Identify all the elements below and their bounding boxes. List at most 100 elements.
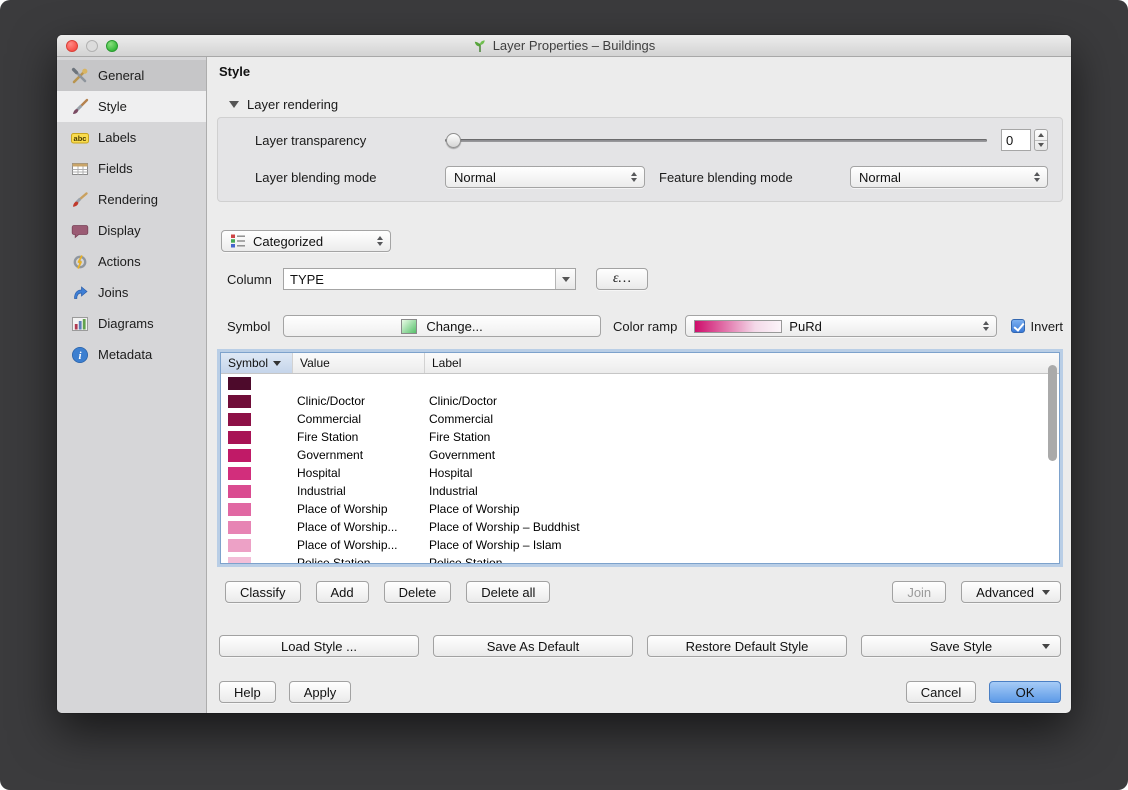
fields-icon (70, 159, 90, 179)
advanced-button[interactable]: Advanced (961, 581, 1061, 603)
restore-default-style-button[interactable]: Restore Default Style (647, 635, 847, 657)
sidebar-item-label: Fields (98, 161, 133, 176)
feature-blending-label: Feature blending mode (659, 170, 793, 185)
stepper-down-icon[interactable] (1035, 141, 1047, 151)
symbol-change-button[interactable]: Change... (283, 315, 601, 337)
sidebar-item-diagrams[interactable]: Diagrams (57, 308, 206, 339)
sidebar-item-display[interactable]: Display (57, 215, 206, 246)
classify-button[interactable]: Classify (225, 581, 301, 603)
category-label: Hospital (425, 466, 1059, 480)
sidebar-item-actions[interactable]: Actions (57, 246, 206, 277)
sidebar: GeneralStyleabcLabels Fields RenderingDisp… (57, 57, 207, 713)
category-color-swatch[interactable] (228, 467, 251, 480)
category-color-swatch[interactable] (228, 431, 251, 444)
sidebar-item-fields[interactable]: Fields (57, 153, 206, 184)
transparency-label: Layer transparency (255, 133, 445, 148)
label-column-header[interactable]: Label (425, 353, 1059, 373)
category-label: Commercial (425, 412, 1059, 426)
expression-builder-button[interactable]: ε… (596, 268, 648, 290)
table-row[interactable]: Place of Worship...Place of Worship – Is… (221, 536, 1059, 554)
sidebar-item-general[interactable]: General (57, 60, 206, 91)
layer-blending-label: Layer blending mode (255, 170, 445, 185)
table-row[interactable]: Place of Worship...Place of Worship – Bu… (221, 518, 1059, 536)
category-label: Fire Station (425, 430, 1059, 444)
layer-rendering-disclosure[interactable]: Layer rendering (229, 97, 1063, 112)
category-color-swatch[interactable] (228, 485, 251, 498)
category-color-swatch[interactable] (228, 413, 251, 426)
add-button[interactable]: Add (316, 581, 369, 603)
category-label: Place of Worship – Islam (425, 538, 1059, 552)
category-symbol-cell (221, 467, 293, 480)
delete-all-button[interactable]: Delete all (466, 581, 550, 603)
table-row[interactable]: GovernmentGovernment (221, 446, 1059, 464)
renderer-select[interactable]: Categorized (221, 230, 391, 252)
transparency-stepper[interactable] (1034, 129, 1048, 151)
sidebar-item-labels[interactable]: abcLabels (57, 122, 206, 153)
category-label: Police Station (425, 556, 1059, 564)
table-row[interactable]: Police StationPolice Station (221, 554, 1059, 564)
sidebar-item-style[interactable]: Style (57, 91, 206, 122)
sidebar-item-joins[interactable]: Joins (57, 277, 206, 308)
layer-blending-value: Normal (454, 170, 496, 185)
save-as-default-button[interactable]: Save As Default (433, 635, 633, 657)
category-color-swatch[interactable] (228, 557, 251, 565)
table-row[interactable]: Clinic/DoctorClinic/Doctor (221, 392, 1059, 410)
category-color-swatch[interactable] (228, 377, 251, 390)
symbol-header-label: Symbol (228, 356, 268, 370)
cancel-button[interactable]: Cancel (906, 681, 976, 703)
table-row[interactable]: IndustrialIndustrial (221, 482, 1059, 500)
column-row: Column TYPE ε… (217, 268, 1063, 290)
category-color-swatch[interactable] (228, 395, 251, 408)
layer-blending-select[interactable]: Normal (445, 166, 645, 188)
categories-table[interactable]: Symbol Value Label Clinic/DoctorClinic/D… (220, 352, 1060, 564)
category-value: Police Station (293, 556, 425, 564)
close-button[interactable] (66, 40, 78, 52)
symbol-column-header[interactable]: Symbol (221, 353, 293, 373)
category-label: Government (425, 448, 1059, 462)
vertical-scrollbar[interactable] (1048, 365, 1057, 461)
load-style-button[interactable]: Load Style ... (219, 635, 419, 657)
delete-button[interactable]: Delete (384, 581, 452, 603)
transparency-slider[interactable] (445, 133, 987, 148)
color-ramp-preview (694, 320, 782, 333)
column-value: TYPE (284, 269, 555, 289)
table-row[interactable]: HospitalHospital (221, 464, 1059, 482)
column-label: Column (227, 272, 283, 287)
value-column-header[interactable]: Value (293, 353, 425, 373)
category-symbol-cell (221, 395, 293, 408)
stepper-up-icon[interactable] (1035, 130, 1047, 141)
combo-dropdown-icon[interactable] (555, 269, 575, 289)
category-value: Place of Worship (293, 502, 425, 516)
category-label: Place of Worship (425, 502, 1059, 516)
category-symbol-cell (221, 377, 293, 390)
category-symbol-cell (221, 485, 293, 498)
table-row[interactable]: CommercialCommercial (221, 410, 1059, 428)
table-row[interactable] (221, 374, 1059, 392)
invert-label: Invert (1030, 319, 1063, 334)
category-color-swatch[interactable] (228, 539, 251, 552)
titlebar[interactable]: Layer Properties – Buildings (57, 35, 1071, 57)
category-symbol-cell (221, 449, 293, 462)
dialog-footer-row: Help Apply Cancel OK (217, 681, 1063, 703)
category-color-swatch[interactable] (228, 521, 251, 534)
table-row[interactable]: Fire StationFire Station (221, 428, 1059, 446)
sidebar-item-rendering[interactable]: Rendering (57, 184, 206, 215)
ok-button[interactable]: OK (989, 681, 1061, 703)
feature-blending-select[interactable]: Normal (850, 166, 1048, 188)
column-combobox[interactable]: TYPE (283, 268, 576, 290)
style-icon (70, 97, 90, 117)
main-panel: Style Layer rendering Layer transparency (207, 57, 1071, 713)
zoom-button[interactable] (106, 40, 118, 52)
save-style-button[interactable]: Save Style (861, 635, 1061, 657)
help-button[interactable]: Help (219, 681, 276, 703)
slider-knob[interactable] (446, 133, 461, 148)
category-color-swatch[interactable] (228, 449, 251, 462)
invert-checkbox[interactable] (1011, 319, 1025, 333)
sidebar-item-metadata[interactable]: iMetadata (57, 339, 206, 370)
transparency-value-input[interactable] (1001, 129, 1031, 151)
table-row[interactable]: Place of WorshipPlace of Worship (221, 500, 1059, 518)
color-ramp-select[interactable]: PuRd (685, 315, 997, 337)
disclosure-triangle-icon (229, 101, 239, 108)
category-color-swatch[interactable] (228, 503, 251, 516)
apply-button[interactable]: Apply (289, 681, 352, 703)
